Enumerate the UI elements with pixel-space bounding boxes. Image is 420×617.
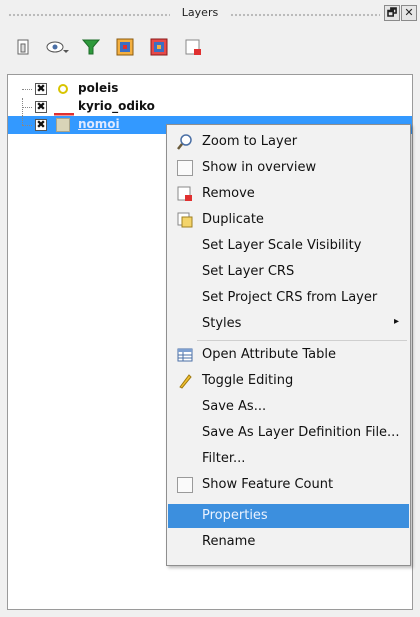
tree-branch-line — [22, 116, 23, 125]
layer-name: nomoi — [78, 117, 120, 131]
menu-item-label: Open Attribute Table — [202, 347, 337, 362]
remove-layer-icon[interactable] — [180, 34, 206, 60]
menu-item-label: Save As Layer Definition File... — [202, 425, 400, 440]
float-button[interactable]: 🗗 — [384, 5, 400, 21]
filter-legend-icon[interactable] — [78, 34, 104, 60]
layer-name: poleis — [78, 81, 119, 95]
menu-item-filter[interactable]: Filter... — [168, 447, 409, 471]
tree-branch-line — [22, 125, 32, 126]
menu-item-set-project-crs[interactable]: Set Project CRS from Layer — [168, 286, 409, 310]
menu-item-label: Duplicate — [202, 212, 264, 227]
menu-item-zoom-to-layer[interactable]: Zoom to Layer — [168, 130, 409, 154]
titlebar-grip-right — [230, 13, 380, 17]
checkbox-icon — [177, 477, 193, 493]
layer-name: kyrio_odiko — [78, 99, 155, 113]
layer-item-poleis[interactable]: ✖ poleis — [8, 80, 412, 98]
menu-item-label: Set Layer Scale Visibility — [202, 238, 362, 253]
menu-item-label: Properties — [202, 508, 268, 523]
tree-branch-line — [22, 89, 32, 90]
menu-item-set-layer-crs[interactable]: Set Layer CRS — [168, 260, 409, 284]
checkbox-icon — [177, 160, 193, 176]
menu-item-label: Remove — [202, 186, 255, 201]
submenu-arrow-icon: ▸ — [393, 316, 399, 327]
pencil-icon — [177, 373, 193, 389]
menu-item-set-layer-scale-visibility[interactable]: Set Layer Scale Visibility — [168, 234, 409, 258]
expand-all-icon[interactable] — [112, 34, 138, 60]
menu-item-remove[interactable]: Remove — [168, 182, 409, 206]
manage-visibility-icon[interactable] — [44, 34, 70, 60]
menu-item-label: Show Feature Count — [202, 477, 334, 492]
duplicate-icon — [177, 212, 193, 228]
menu-item-label: Set Layer CRS — [202, 264, 295, 279]
menu-separator — [197, 340, 407, 341]
menu-item-label: Filter... — [202, 451, 246, 466]
menu-item-save-as[interactable]: Save As... — [168, 395, 409, 419]
remove-icon — [177, 186, 193, 202]
layer-item-kyrio_odiko[interactable]: ✖ kyrio_odiko — [8, 98, 412, 116]
tree-branch-line — [22, 107, 32, 108]
menu-item-duplicate[interactable]: Duplicate — [168, 208, 409, 232]
menu-item-save-as-layer-definition[interactable]: Save As Layer Definition File... — [168, 421, 409, 445]
menu-item-label: Save As... — [202, 399, 267, 414]
dock-title: Layers — [181, 6, 219, 19]
close-button[interactable]: ✕ — [401, 5, 417, 21]
table-icon — [177, 347, 193, 363]
menu-item-styles[interactable]: Styles ▸ — [168, 312, 409, 336]
polygon-symbol-icon — [56, 118, 70, 135]
add-group-icon[interactable] — [10, 34, 36, 60]
zoom-icon — [177, 134, 193, 150]
menu-item-open-attribute-table[interactable]: Open Attribute Table — [168, 343, 409, 367]
menu-item-show-feature-count[interactable]: Show Feature Count — [168, 473, 409, 497]
menu-item-label: Toggle Editing — [202, 373, 294, 388]
collapse-all-icon[interactable] — [146, 34, 172, 60]
menu-item-rename[interactable]: Rename — [168, 530, 409, 554]
menu-item-toggle-editing[interactable]: Toggle Editing — [168, 369, 409, 393]
layer-context-menu: Zoom to Layer Show in overview Remove Du… — [166, 124, 411, 566]
titlebar-grip-left — [8, 13, 170, 17]
dock-titlebar[interactable]: Layers 🗗 ✕ — [0, 0, 420, 28]
menu-item-label: Set Project CRS from Layer — [202, 290, 378, 305]
layer-visibility-checkbox[interactable]: ✖ — [35, 83, 47, 95]
layer-visibility-checkbox[interactable]: ✖ — [35, 119, 47, 131]
layer-visibility-checkbox[interactable]: ✖ — [35, 101, 47, 113]
menu-item-label: Styles — [202, 316, 242, 331]
point-symbol-icon — [57, 83, 69, 98]
menu-item-label: Zoom to Layer — [202, 134, 298, 149]
menu-item-label: Show in overview — [202, 160, 317, 175]
menu-item-show-in-overview[interactable]: Show in overview — [168, 156, 409, 180]
menu-item-label: Rename — [202, 534, 256, 549]
layers-toolbar — [10, 32, 206, 62]
menu-item-properties[interactable]: Properties — [168, 504, 409, 528]
